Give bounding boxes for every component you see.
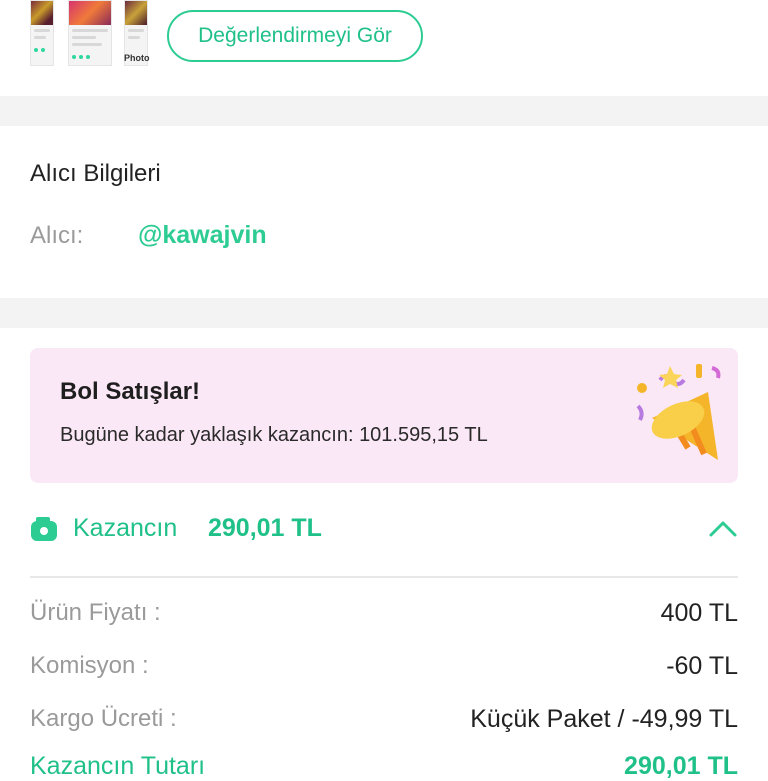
sales-promo-card: Bol Satışlar! Bugüne kadar yaklaşık kaza… — [30, 348, 738, 483]
promo-total-earnings-text: Bugüne kadar yaklaşık kazancın: 101.595,… — [60, 424, 488, 446]
promo-title: Bol Satışlar! — [60, 378, 201, 405]
buyer-label: Alıcı: — [30, 222, 84, 249]
section-divider — [0, 298, 768, 328]
wallet-icon — [31, 517, 57, 541]
product-thumbnail[interactable] — [30, 0, 54, 66]
thumbnail-caption: Photo — [124, 53, 150, 63]
product-thumbnails[interactable]: Photo — [30, 0, 150, 66]
section-divider — [0, 96, 768, 126]
chevron-up-icon[interactable] — [708, 518, 738, 538]
view-review-button[interactable]: Değerlendirmeyi Gör — [167, 10, 423, 62]
shipping-fee-value: Küçük Paket / -49,99 TL — [470, 705, 738, 733]
earnings-label: Kazancın — [73, 514, 178, 542]
product-price-label: Ürün Fiyatı : — [30, 599, 161, 626]
commission-label: Komisyon : — [30, 652, 149, 679]
earnings-toggle-row[interactable]: Kazancın 290,01 TL — [30, 504, 738, 558]
product-price-value: 400 TL — [660, 599, 738, 627]
party-popper-icon — [636, 364, 721, 460]
buyer-handle-link[interactable]: @kawajvin — [138, 221, 267, 250]
buyer-section-title: Alıcı Bilgileri — [30, 160, 161, 187]
divider-line — [30, 576, 738, 578]
earnings-total-value: 290,01 TL — [624, 752, 738, 780]
commission-value: -60 TL — [666, 652, 738, 680]
product-thumbnail[interactable] — [68, 0, 112, 66]
shipping-fee-label: Kargo Ücreti : — [30, 705, 177, 732]
earnings-value: 290,01 TL — [208, 514, 322, 542]
earnings-total-label: Kazancın Tutarı — [30, 752, 206, 780]
